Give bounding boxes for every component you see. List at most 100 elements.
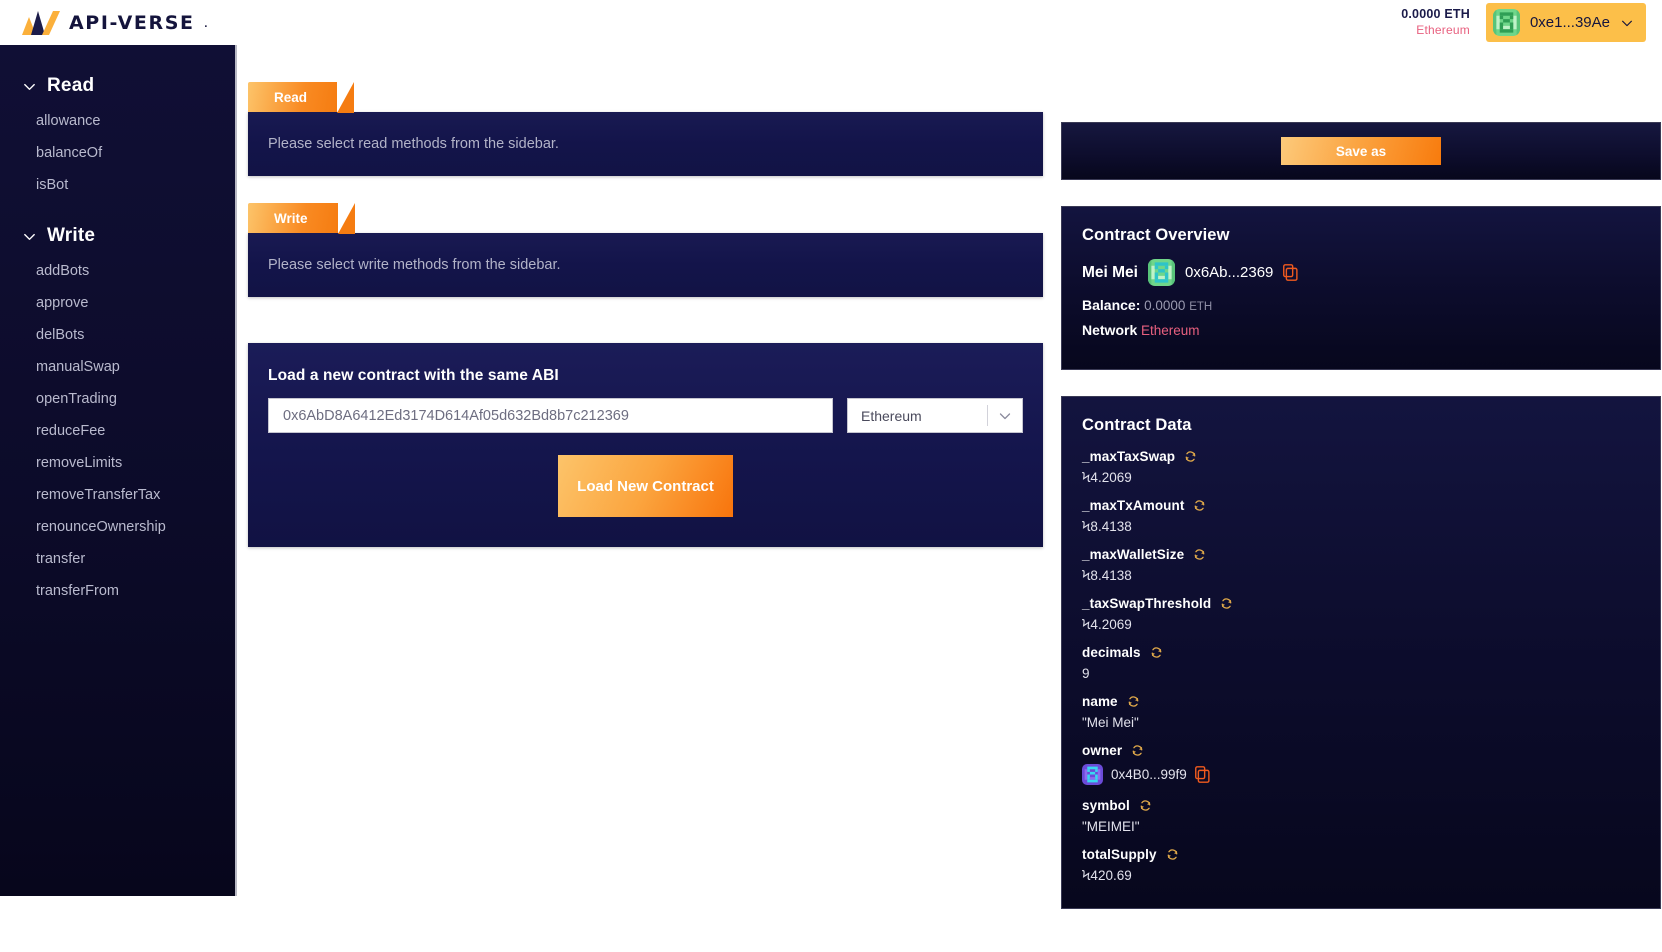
refresh-owner-button[interactable]: [1131, 744, 1144, 757]
sidebar-item-removetransfertax[interactable]: removeTransferTax: [0, 479, 235, 511]
contract-name: Mei Mei: [1082, 263, 1138, 281]
contract-overview-card: Contract Overview Mei Mei 0x6Ab...2369 B…: [1061, 206, 1661, 370]
sidebar-group-write[interactable]: Write: [0, 217, 235, 255]
save-as-button[interactable]: Save as: [1281, 137, 1441, 165]
sidebar-item-transferfrom[interactable]: transferFrom: [0, 575, 235, 607]
sidebar-item-addbots[interactable]: addBots: [0, 255, 235, 287]
contract-data-key-line: symbol: [1082, 798, 1640, 813]
contract-data-key: owner: [1082, 743, 1123, 758]
read-panel: Please select read methods from the side…: [248, 112, 1043, 176]
balance-unit: ETH: [1189, 301, 1213, 313]
refresh-icon: [1132, 745, 1143, 756]
load-contract-card: Load a new contract with the same ABI Et…: [248, 343, 1043, 547]
contract-data-row: _taxSwapThreshold Ϟ4.2069: [1082, 596, 1640, 632]
wallet-area: 0.0000 ETH Ethereum 0xe1...39Ae: [1401, 3, 1646, 42]
sidebar-item-opentrading[interactable]: openTrading: [0, 383, 235, 415]
api-verse-logo-icon: [22, 10, 60, 35]
top-header-bar: API-VERSE . 0.0000 ETH Ethereum 0xe1...3…: [0, 0, 1662, 45]
contract-data-key-line: totalSupply: [1082, 847, 1640, 862]
sidebar-item-allowance[interactable]: allowance: [0, 105, 235, 137]
sidebar-item-manualswap[interactable]: manualSwap: [0, 351, 235, 383]
contract-data-key-line: _taxSwapThreshold: [1082, 596, 1640, 611]
refresh-name-button[interactable]: [1127, 695, 1140, 708]
balance-label: Balance:: [1082, 297, 1141, 313]
sidebar-item-transfer[interactable]: transfer: [0, 543, 235, 575]
contract-data-title: Contract Data: [1082, 416, 1192, 434]
copy-icon: [1194, 766, 1210, 783]
refresh-symbol-button[interactable]: [1139, 799, 1152, 812]
contract-data-value: Ϟ420.69: [1082, 868, 1132, 883]
contract-data-key: _taxSwapThreshold: [1082, 596, 1212, 611]
wallet-balance-text: 0.0000 ETH: [1401, 7, 1470, 22]
sidebar-item-isbot[interactable]: isBot: [0, 169, 235, 201]
contract-network-row: Network Ethereum: [1082, 322, 1640, 338]
contract-data-value: 9: [1082, 666, 1090, 681]
contract-balance-row: Balance: 0.0000 ETH: [1082, 297, 1640, 313]
refresh-totalSupply-button[interactable]: [1166, 848, 1179, 861]
chevron-down-icon: [999, 412, 1011, 419]
sidebar-item-delbots[interactable]: delBots: [0, 319, 235, 351]
refresh-icon: [1221, 598, 1232, 609]
sidebar-group-read[interactable]: Read: [0, 67, 235, 105]
tab-write[interactable]: Write: [248, 203, 354, 234]
contract-data-value: Ϟ4.2069: [1082, 470, 1132, 485]
refresh-maxTxAmount-button[interactable]: [1193, 499, 1206, 512]
contract-data-key: totalSupply: [1082, 847, 1157, 862]
copy-icon: [1283, 264, 1298, 281]
copy-contract-address-button[interactable]: [1283, 264, 1298, 281]
load-new-contract-button[interactable]: Load New Contract: [558, 455, 733, 517]
refresh-icon: [1185, 451, 1196, 462]
read-panel-message: Please select read methods from the side…: [268, 136, 559, 152]
contract-overview-title: Contract Overview: [1082, 226, 1230, 244]
refresh-icon: [1128, 696, 1139, 707]
contract-data-key: symbol: [1082, 798, 1130, 813]
refresh-icon: [1140, 800, 1151, 811]
sidebar-group-label: Read: [47, 75, 95, 96]
contract-address-input[interactable]: [268, 398, 833, 433]
sidebar: Read allowance balanceOf isBot Write add…: [0, 45, 237, 896]
chevron-down-icon: [1622, 20, 1632, 26]
app-logo-text: API-VERSE: [69, 11, 195, 34]
contract-avatar-blockie-icon: [1147, 259, 1175, 286]
left-column: Read Please select read methods from the…: [248, 82, 1043, 547]
contract-data-key-line: _maxTaxSwap: [1082, 449, 1640, 464]
copy-owner-address-button[interactable]: [1194, 766, 1210, 783]
contract-data-key-line: name: [1082, 694, 1640, 709]
load-contract-title: Load a new contract with the same ABI: [268, 367, 559, 384]
contract-identity-row: Mei Mei 0x6Ab...2369: [1082, 259, 1640, 286]
contract-data-key-line: _maxTxAmount: [1082, 498, 1640, 513]
refresh-maxWalletSize-button[interactable]: [1193, 548, 1206, 561]
refresh-icon: [1151, 647, 1161, 658]
main-content: Read Please select read methods from the…: [239, 45, 1662, 952]
refresh-icon: [1195, 500, 1205, 511]
sidebar-item-approve[interactable]: approve: [0, 287, 235, 319]
contract-data-row: name "Mei Mei": [1082, 694, 1640, 730]
right-column: Save as Contract Overview Mei Mei 0x6Ab.…: [1061, 122, 1661, 909]
owner-address-text: 0x4B0...99f9: [1111, 767, 1187, 782]
app-logo[interactable]: API-VERSE .: [22, 10, 209, 35]
tab-read[interactable]: Read: [248, 82, 355, 113]
contract-data-key: _maxWalletSize: [1082, 547, 1185, 562]
wallet-avatar-blockie-icon: [1492, 9, 1520, 36]
refresh-taxSwapThreshold-button[interactable]: [1220, 597, 1233, 610]
contract-data-key: decimals: [1082, 645, 1141, 660]
contract-data-card: Contract Data _maxTaxSwap Ϟ4.2069 _maxTxAm…: [1061, 396, 1661, 909]
chain-select-value: Ethereum: [861, 407, 922, 424]
contract-data-value: Ϟ8.4138: [1082, 568, 1132, 583]
wallet-connect-button[interactable]: 0xe1...39Ae: [1485, 3, 1646, 42]
refresh-decimals-button[interactable]: [1150, 646, 1163, 659]
write-panel: Please select write methods from the sid…: [248, 233, 1043, 297]
contract-address-short: 0x6Ab...2369: [1184, 264, 1274, 281]
sidebar-item-renounceownership[interactable]: renounceOwnership: [0, 511, 235, 543]
owner-avatar-blockie-icon: [1082, 764, 1103, 785]
sidebar-item-balanceof[interactable]: balanceOf: [0, 137, 235, 169]
refresh-icon: [1167, 849, 1177, 860]
app-logo-dot: .: [203, 13, 209, 31]
refresh-maxTaxSwap-button[interactable]: [1184, 450, 1197, 463]
sidebar-item-reducefee[interactable]: reduceFee: [0, 415, 235, 447]
refresh-icon: [1194, 549, 1205, 560]
sidebar-item-removelimits[interactable]: removeLimits: [0, 447, 235, 479]
save-as-card: Save as: [1061, 122, 1661, 180]
chain-select[interactable]: Ethereum: [847, 398, 1023, 433]
